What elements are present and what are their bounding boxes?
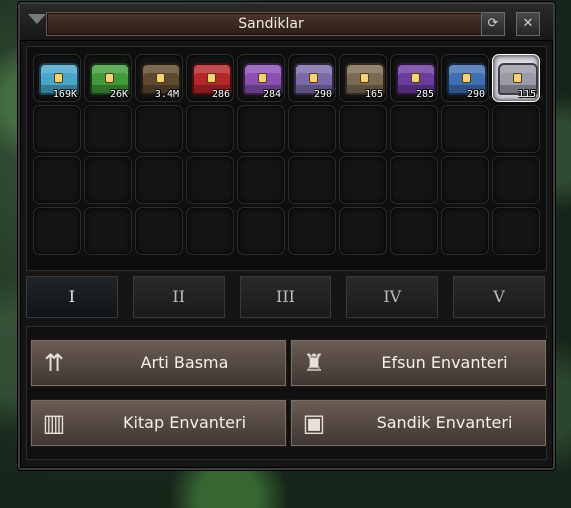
inventory-slot[interactable]: 26K — [84, 54, 132, 102]
inventory-slot[interactable] — [33, 207, 81, 255]
efsun-envanteri-label: Efsun Envanteri — [381, 353, 508, 372]
collapse-arrow-icon[interactable] — [28, 14, 46, 24]
inventory-slot[interactable] — [84, 207, 132, 255]
inventory-slot[interactable] — [135, 156, 183, 204]
inventory-grid-area: 169K 26K 3.4M 286 284 290 165 285 290 115 — [26, 46, 547, 271]
inventory-slot[interactable]: 165 — [339, 54, 387, 102]
inventory-slot[interactable] — [390, 156, 438, 204]
inventory-slot[interactable] — [441, 156, 489, 204]
inventory-slot[interactable]: 115 — [492, 54, 540, 102]
books-icon: ▥ — [42, 409, 66, 437]
tab-page-1[interactable]: I — [26, 276, 118, 318]
arti-basma-label: Arti Basma — [140, 353, 229, 372]
inventory-slot[interactable] — [288, 207, 336, 255]
sandik-envanteri-button[interactable]: ▣ Sandik Envanteri — [290, 399, 547, 447]
close-button[interactable]: ✕ — [516, 12, 540, 36]
inventory-slot[interactable]: 286 — [186, 54, 234, 102]
tab-page-3[interactable]: III — [239, 276, 332, 318]
tab-page-4[interactable]: IV — [346, 276, 439, 318]
inventory-slot[interactable] — [135, 105, 183, 153]
sandik-envanteri-label: Sandik Envanteri — [376, 413, 513, 432]
upgrade-arrow-icon: ⇈ — [43, 349, 65, 377]
inventory-slot[interactable] — [441, 105, 489, 153]
arti-basma-button[interactable]: ⇈ Arti Basma — [30, 339, 287, 387]
item-count: 290 — [466, 89, 485, 100]
efsun-envanteri-button[interactable]: ♜ Efsun Envanteri — [290, 339, 547, 387]
inventory-slot[interactable] — [84, 105, 132, 153]
inventory-slot[interactable]: 284 — [237, 54, 285, 102]
inventory-slot[interactable] — [492, 156, 540, 204]
title-bar[interactable]: Sandiklar ⟳ ✕ — [20, 4, 553, 41]
item-count: 169K — [52, 89, 77, 100]
item-count: 284 — [262, 89, 281, 100]
inventory-slot[interactable] — [237, 156, 285, 204]
inventory-slot[interactable] — [492, 207, 540, 255]
inventory-slot[interactable] — [186, 207, 234, 255]
page-tabs: I II III IV V — [26, 276, 545, 318]
inventory-slot[interactable] — [186, 105, 234, 153]
inventory-slot[interactable] — [288, 156, 336, 204]
inventory-slot[interactable] — [186, 156, 234, 204]
tab-page-2[interactable]: II — [132, 276, 225, 318]
inventory-slot[interactable]: 285 — [390, 54, 438, 102]
chest-icon: ▣ — [302, 409, 326, 437]
item-count: 115 — [517, 89, 536, 100]
item-count: 3.4M — [154, 89, 179, 100]
kitap-envanteri-button[interactable]: ▥ Kitap Envanteri — [30, 399, 287, 447]
inventory-slot[interactable]: 290 — [288, 54, 336, 102]
item-count: 165 — [364, 89, 383, 100]
chests-window: Sandiklar ⟳ ✕ 169K 26K 3.4M 286 284 290 165 285… — [18, 2, 555, 470]
inventory-slot[interactable]: 169K — [33, 54, 81, 102]
inventory-slot[interactable] — [33, 156, 81, 204]
item-count: 286 — [211, 89, 230, 100]
inventory-slot[interactable] — [339, 156, 387, 204]
inventory-slot[interactable] — [492, 105, 540, 153]
inventory-slot[interactable] — [237, 105, 285, 153]
inventory-slot[interactable] — [339, 207, 387, 255]
refresh-button[interactable]: ⟳ — [481, 12, 505, 36]
inventory-slot[interactable] — [33, 105, 81, 153]
inventory-slot[interactable] — [135, 207, 183, 255]
inventory-grid: 169K 26K 3.4M 286 284 290 165 285 290 115 — [33, 54, 540, 255]
action-buttons-panel: ⇈ Arti Basma ♜ Efsun Envanteri ▥ Kitap E… — [26, 326, 547, 460]
item-count: 285 — [415, 89, 434, 100]
close-icon: ✕ — [522, 16, 534, 31]
inventory-slot[interactable] — [288, 105, 336, 153]
window-title: Sandiklar — [46, 12, 496, 36]
item-count: 290 — [313, 89, 332, 100]
inventory-slot[interactable] — [441, 207, 489, 255]
inventory-slot[interactable]: 290 — [441, 54, 489, 102]
inventory-slot[interactable] — [339, 105, 387, 153]
inventory-slot[interactable]: 3.4M — [135, 54, 183, 102]
kitap-envanteri-label: Kitap Envanteri — [122, 413, 247, 432]
tab-page-5[interactable]: V — [453, 276, 545, 318]
inventory-slot[interactable] — [84, 156, 132, 204]
enchant-altar-icon: ♜ — [303, 349, 325, 377]
inventory-slot[interactable] — [390, 105, 438, 153]
inventory-slot[interactable] — [237, 207, 285, 255]
inventory-slot[interactable] — [390, 207, 438, 255]
refresh-icon: ⟳ — [487, 16, 499, 31]
item-count: 26K — [109, 89, 128, 100]
